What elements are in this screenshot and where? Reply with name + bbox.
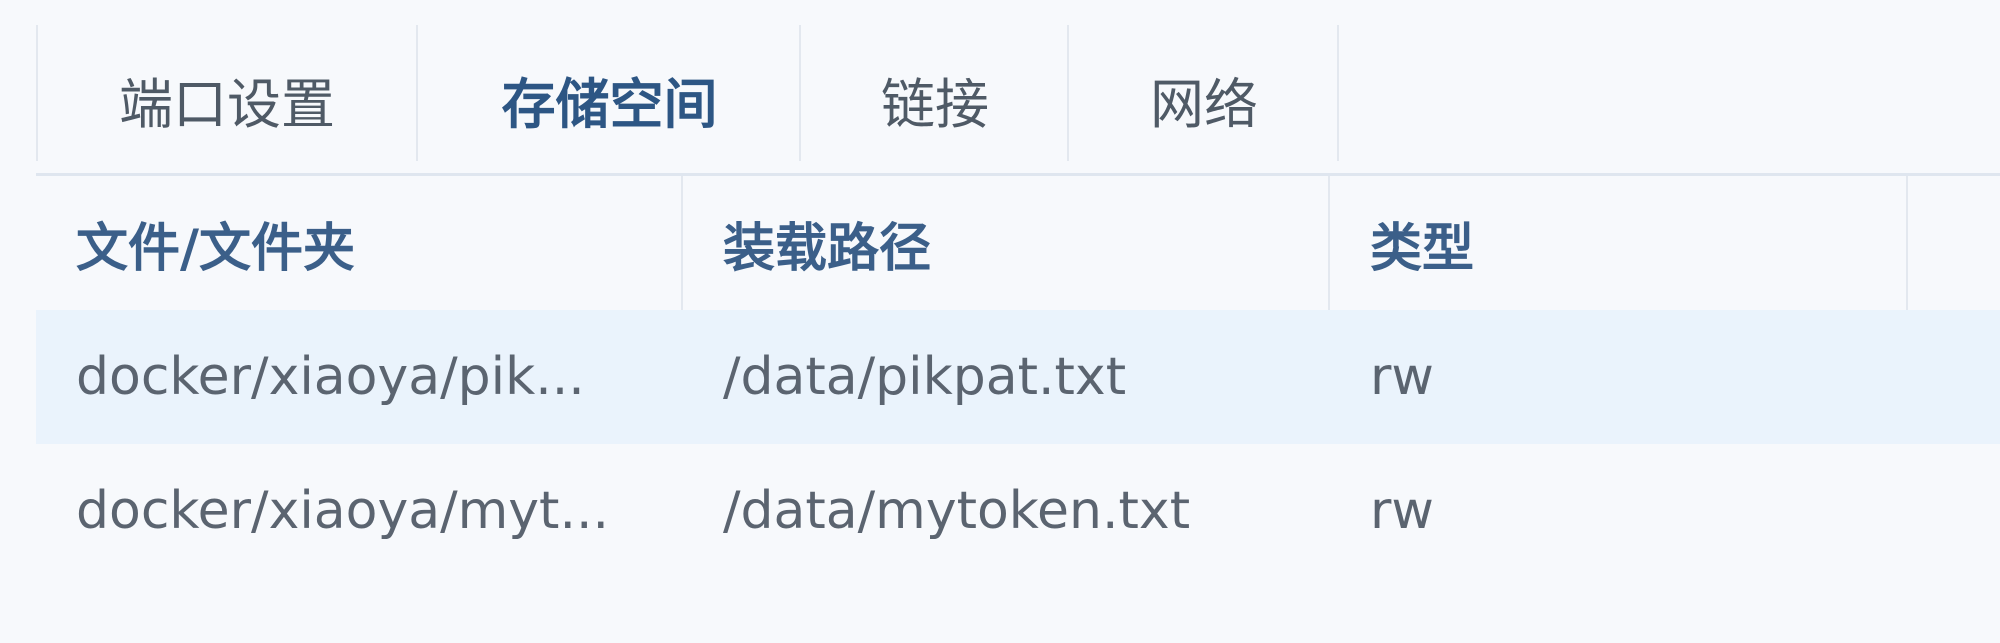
cell-file: docker/xiaoya/myt... [76,481,610,541]
column-header-mount-path[interactable]: 装载路径 [683,176,1330,310]
cell-empty [1908,444,2000,578]
tab-storage-label: 存储空间 [501,72,718,136]
table-row[interactable]: docker/xiaoya/myt... /data/mytoken.txt r… [36,444,2000,578]
tab-network-label: 网络 [1150,72,1258,136]
volume-table: 文件/文件夹 装载路径 类型 docker/xiaoya/pik... /dat… [36,176,2000,578]
tab-network[interactable]: 网络 [1069,25,1339,173]
tab-port-settings[interactable]: 端口设置 [36,25,418,173]
column-header-mount-path-label: 装载路径 [723,218,932,279]
cell-type: rw [1370,347,1434,407]
storage-tabbar: 端口设置 存储空间 链接 网络 [36,25,2000,176]
cell-file: docker/xiaoya/pik... [76,347,585,407]
tab-links[interactable]: 链接 [801,25,1069,173]
table-row[interactable]: docker/xiaoya/pik... /data/pikpat.txt rw [36,310,2000,444]
tab-links-label: 链接 [881,72,989,136]
column-header-type-label: 类型 [1370,218,1475,279]
tab-storage[interactable]: 存储空间 [418,25,801,173]
column-header-file-label: 文件/文件夹 [76,218,355,279]
cell-mount-path: /data/pikpat.txt [723,347,1127,407]
tab-port-settings-label: 端口设置 [119,72,335,136]
column-header-empty [1908,176,2000,310]
column-header-file[interactable]: 文件/文件夹 [36,176,683,310]
table-header: 文件/文件夹 装载路径 类型 [36,176,2000,310]
cell-type: rw [1370,481,1434,541]
cell-empty [1908,310,2000,444]
column-header-type[interactable]: 类型 [1330,176,1908,310]
cell-mount-path: /data/mytoken.txt [723,481,1191,541]
